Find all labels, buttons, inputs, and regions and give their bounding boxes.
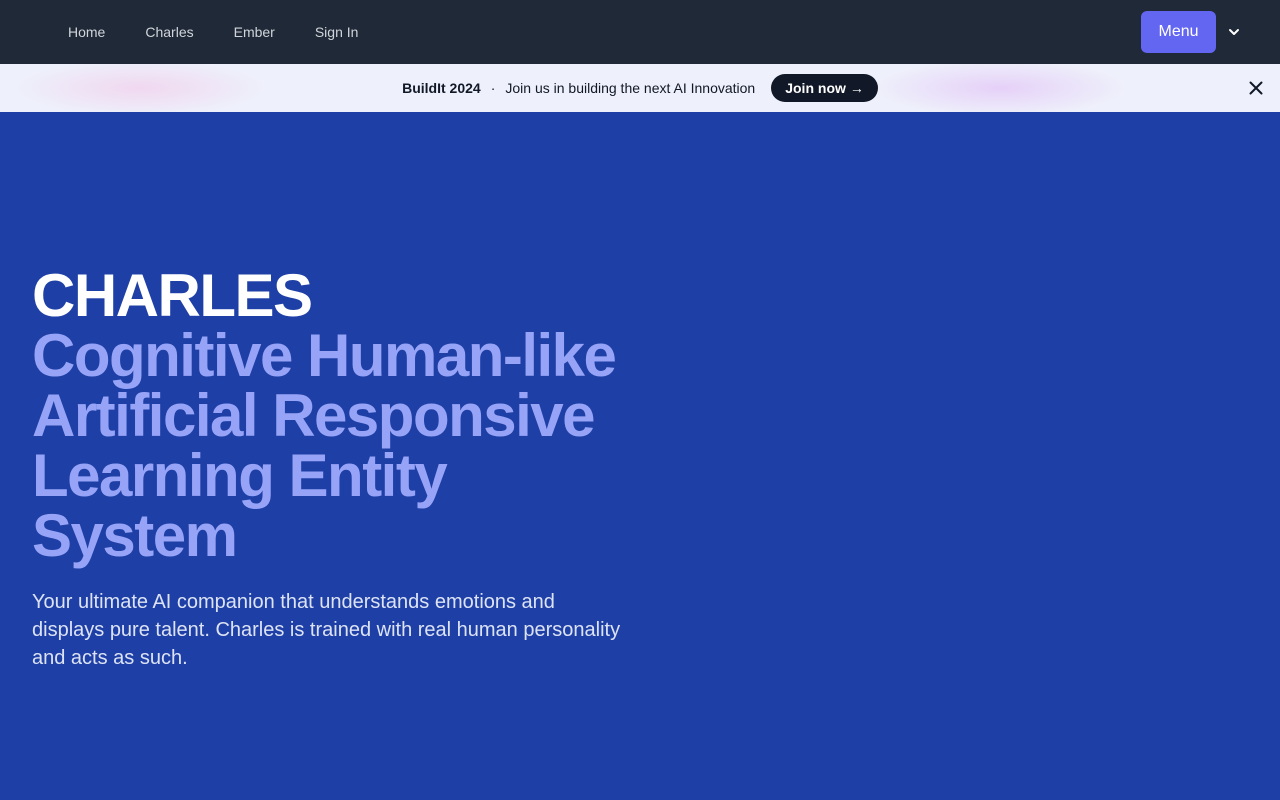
hero-subtitle: Cognitive Human-like Artificial Responsi… bbox=[32, 322, 617, 569]
navbar: Home Charles Ember Sign In Menu bbox=[0, 0, 1280, 64]
close-icon[interactable] bbox=[1246, 78, 1266, 98]
join-now-button[interactable]: Join now → bbox=[771, 74, 878, 102]
nav-links: Home Charles Ember Sign In bbox=[48, 0, 378, 64]
nav-link-sign-in[interactable]: Sign In bbox=[295, 16, 379, 48]
banner-message: Join us in building the next AI Innovati… bbox=[505, 80, 756, 96]
hero-description: Your ultimate AI companion that understa… bbox=[32, 591, 621, 669]
banner-event-name: BuildIt 2024 bbox=[402, 80, 481, 96]
banner-content: BuildIt 2024 · Join us in building the n… bbox=[0, 64, 1280, 112]
announcement-banner: BuildIt 2024 · Join us in building the n… bbox=[0, 64, 1280, 112]
hero-section: CHARLES Cognitive Human-like Artificial … bbox=[32, 266, 652, 672]
arrow-right-icon: → bbox=[849, 80, 864, 96]
banner-separator: · bbox=[490, 80, 496, 96]
join-now-label: Join now bbox=[785, 80, 846, 96]
nav-link-charles[interactable]: Charles bbox=[125, 16, 213, 48]
chevron-down-icon[interactable] bbox=[1224, 22, 1244, 42]
nav-link-ember[interactable]: Ember bbox=[214, 16, 295, 48]
nav-link-home[interactable]: Home bbox=[48, 16, 125, 48]
menu-button[interactable]: Menu bbox=[1141, 11, 1216, 53]
hero-title: CHARLES bbox=[32, 262, 313, 329]
